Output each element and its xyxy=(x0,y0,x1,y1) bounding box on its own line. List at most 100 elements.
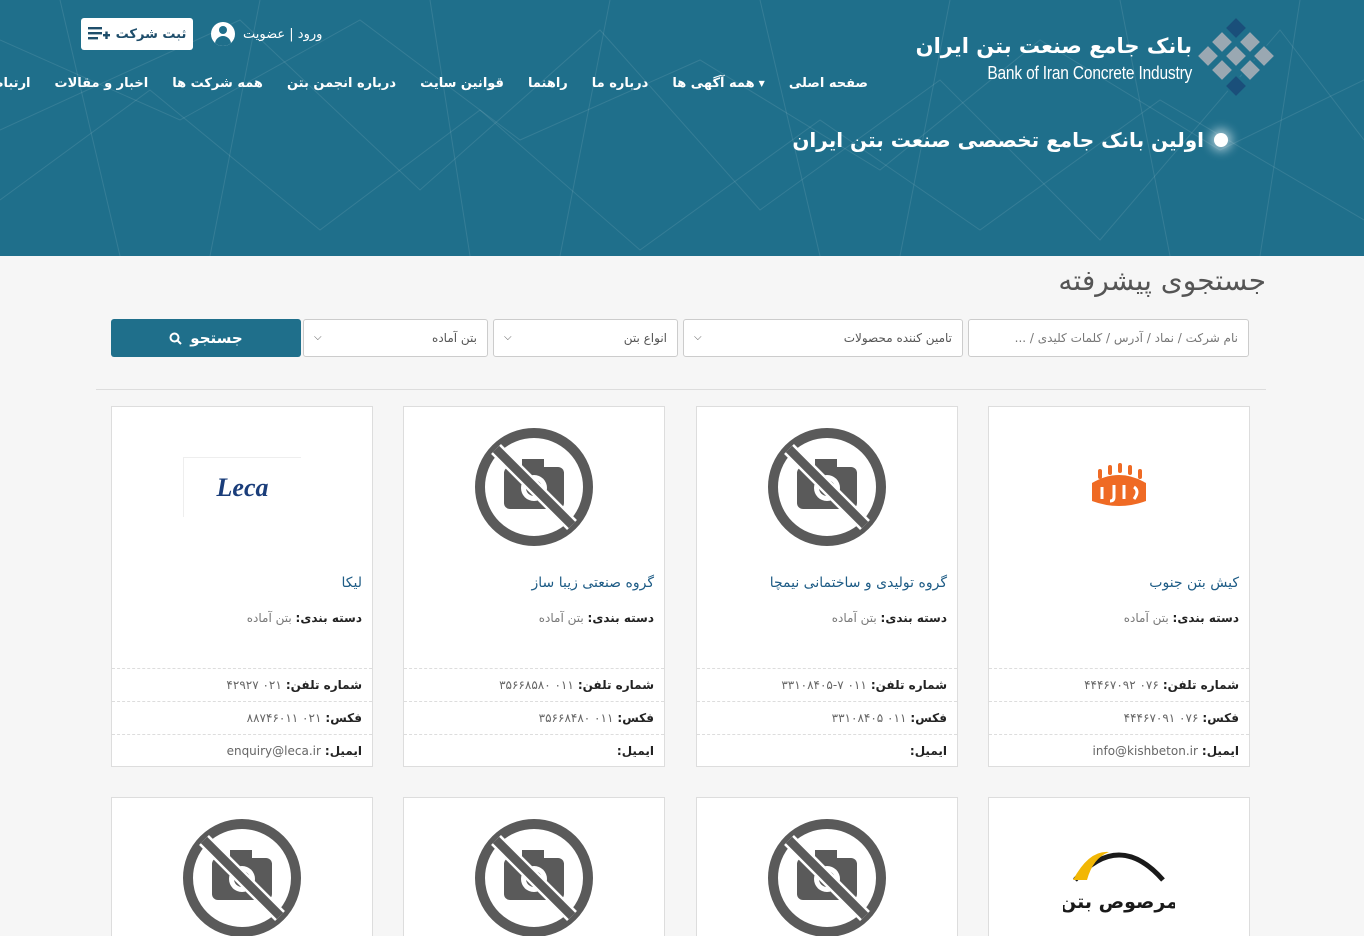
nav-item-association[interactable]: درباره انجمن بتن xyxy=(275,76,408,91)
category-value: بتن آماده xyxy=(538,611,584,625)
search-button[interactable]: جستجو xyxy=(111,319,301,357)
kish-logo-icon xyxy=(1092,463,1146,506)
search-icon xyxy=(169,332,183,345)
nav-label: اخبار و مقالات xyxy=(54,76,149,91)
nav-item-news[interactable]: اخبار و مقالات xyxy=(43,76,161,91)
company-name[interactable]: گروه تولیدی و ساختمانی نیمچا xyxy=(770,575,947,591)
no-image-icon xyxy=(475,428,593,546)
section-divider xyxy=(96,389,1266,390)
supplier-select-value: تامین کننده محصولات xyxy=(843,331,952,345)
logo-diamonds-icon xyxy=(1198,18,1277,99)
header-tagline: اولین بانک جامع تخصصی صنعت بتن ایران xyxy=(792,128,1228,152)
nav-item-all-ads[interactable]: همه آگهی ها ▼ xyxy=(660,76,776,91)
category-value: بتن آماده xyxy=(1123,611,1169,625)
company-category: دسته بندی: بتن آماده xyxy=(1124,611,1239,625)
company-category: دسته بندی: بتن آماده xyxy=(832,611,947,625)
phone-value: ۰۱۱ ۳۳۱۰۸۴۰۵-۷ xyxy=(781,678,867,692)
chevron-down-icon: ⌵ xyxy=(504,332,512,343)
user-avatar-icon xyxy=(211,22,235,46)
email-value: enquiry@leca.ir xyxy=(226,744,321,758)
phone-row: شماره تلفن: ۰۷۶ ۴۴۴۶۷۰۹۲ xyxy=(989,668,1249,701)
nav-item-home[interactable]: صفحه اصلی xyxy=(777,76,880,91)
chevron-down-icon: ⌵ xyxy=(694,332,702,343)
fax-label: فکس: xyxy=(910,711,947,725)
fax-value: ۰۱۱ ۳۳۱۰۸۴۰۵ xyxy=(831,711,907,725)
company-category: دسته بندی: بتن آماده xyxy=(247,611,362,625)
register-company-button[interactable]: ثبت شرکت xyxy=(81,18,193,50)
company-card[interactable]: گروه صنعتی زیبا ساز دسته بندی: بتن آماده… xyxy=(403,406,665,767)
add-list-icon xyxy=(87,27,110,40)
phone-row: شماره تلفن: ۰۲۱ ۴۲۹۲۷ xyxy=(112,668,372,701)
email-label: ایمیل: xyxy=(616,744,654,758)
category-label: دسته بندی: xyxy=(295,611,362,625)
fax-row: فکس: ۰۱۱ ۳۵۶۶۸۴۸۰ xyxy=(404,701,664,734)
login-register-link[interactable]: ورود | عضویت xyxy=(211,22,322,46)
company-category: دسته بندی: بتن آماده xyxy=(539,611,654,625)
company-card[interactable]: مرصوص بتن xyxy=(988,797,1250,936)
email-value: info@kishbeton.ir xyxy=(1092,744,1198,758)
keyword-search-input[interactable]: نام شرکت / نماد / آدرس / کلمات کلیدی / .… xyxy=(968,319,1249,357)
nav-item-rules[interactable]: قوانین سایت xyxy=(408,76,516,91)
nav-item-all-companies[interactable]: همه شرکت ها xyxy=(160,76,275,91)
no-image-icon xyxy=(475,819,593,936)
company-name[interactable]: کیش بتن جنوب xyxy=(1149,575,1239,591)
email-label: ایمیل: xyxy=(1201,744,1239,758)
category-value: بتن آماده xyxy=(246,611,292,625)
company-logo: Leca xyxy=(112,407,372,567)
phone-label: شماره تلفن: xyxy=(285,678,362,692)
site-logo[interactable]: بانک جامع صنعت بتن ایران Bank of Iran Co… xyxy=(916,18,1280,104)
site-header: بانک جامع صنعت بتن ایران Bank of Iran Co… xyxy=(0,0,1364,256)
logo-text-fa: بانک جامع صنعت بتن ایران xyxy=(915,34,1192,58)
phone-value: ۰۱۱ ۳۵۶۶۸۵۸۰ xyxy=(499,678,574,692)
nav-item-about[interactable]: درباره ما xyxy=(580,76,661,91)
phone-value: ۰۷۶ ۴۴۴۶۷۰۹۲ xyxy=(1084,678,1159,692)
main-nav: صفحه اصلی همه آگهی ها ▼ درباره ما راهنما … xyxy=(0,76,880,91)
category-label: دسته بندی: xyxy=(1172,611,1239,625)
phone-label: شماره تلفن: xyxy=(1162,678,1239,692)
fax-row: فکس: ۰۲۱ ۸۸۷۴۶۰۱۱ xyxy=(112,701,372,734)
concrete-type-select[interactable]: انواع بتن ⌵ xyxy=(493,319,678,357)
nav-label: درباره ما xyxy=(591,76,649,91)
company-card[interactable]: گروه تولیدی و ساختمانی نیمچا دسته بندی: … xyxy=(696,406,958,767)
phone-value: ۰۲۱ ۴۲۹۲۷ xyxy=(226,678,282,692)
fax-value: ۰۷۶ ۴۴۴۶۷۰۹۱ xyxy=(1123,711,1199,725)
supplier-select[interactable]: تامین کننده محصولات ⌵ xyxy=(683,319,963,357)
fax-label: فکس: xyxy=(617,711,654,725)
nav-item-contact[interactable]: ارتباط با ما xyxy=(0,76,43,91)
company-card[interactable] xyxy=(403,797,665,936)
phone-row: شماره تلفن: ۰۱۱ ۳۵۶۶۸۵۸۰ xyxy=(404,668,664,701)
category-label: دسته بندی: xyxy=(587,611,654,625)
readymix-select-value: بتن آماده xyxy=(432,331,477,345)
company-card[interactable] xyxy=(696,797,958,936)
nav-item-guide[interactable]: راهنما xyxy=(516,76,580,91)
logo-text-en: Bank of Iran Concrete Industry xyxy=(987,63,1192,83)
nav-label: همه آگهی ها xyxy=(672,76,755,91)
caret-down-icon: ▼ xyxy=(758,79,765,88)
concrete-type-select-value: انواع بتن xyxy=(623,331,667,345)
register-button-label: ثبت شرکت xyxy=(115,26,187,42)
company-card[interactable] xyxy=(111,797,373,936)
login-register-label: ورود | عضویت xyxy=(243,26,323,42)
company-name[interactable]: لیکا xyxy=(342,575,363,591)
company-logo xyxy=(697,407,957,567)
marsous-logo-text: مرصوص بتن xyxy=(1063,891,1175,913)
company-name[interactable]: گروه صنعتی زیبا ساز xyxy=(532,575,655,591)
company-logo: مرصوص بتن xyxy=(989,798,1249,936)
marsous-logo: مرصوص بتن xyxy=(1063,851,1175,913)
phone-row: شماره تلفن: ۰۱۱ ۳۳۱۰۸۴۰۵-۷ xyxy=(697,668,957,701)
email-row: ایمیل: enquiry@leca.ir xyxy=(112,734,372,767)
phone-label: شماره تلفن: xyxy=(870,678,947,692)
email-row: ایمیل: xyxy=(404,734,664,767)
company-logo xyxy=(112,798,372,936)
nav-label: صفحه اصلی xyxy=(788,76,868,91)
company-logo xyxy=(697,798,957,936)
company-card[interactable]: کیش بتن جنوب دسته بندی: بتن آماده شماره … xyxy=(988,406,1250,767)
tagline-text: اولین بانک جامع تخصصی صنعت بتن ایران xyxy=(792,128,1204,152)
fax-row: فکس: ۰۱۱ ۳۳۱۰۸۴۰۵ xyxy=(697,701,957,734)
company-card[interactable]: Leca لیکا دسته بندی: بتن آماده شماره تلف… xyxy=(111,406,373,767)
nav-label: همه شرکت ها xyxy=(172,76,263,91)
no-image-icon xyxy=(768,819,886,936)
search-button-label: جستجو xyxy=(190,329,243,347)
no-image-icon xyxy=(183,819,301,936)
readymix-select[interactable]: بتن آماده ⌵ xyxy=(303,319,488,357)
